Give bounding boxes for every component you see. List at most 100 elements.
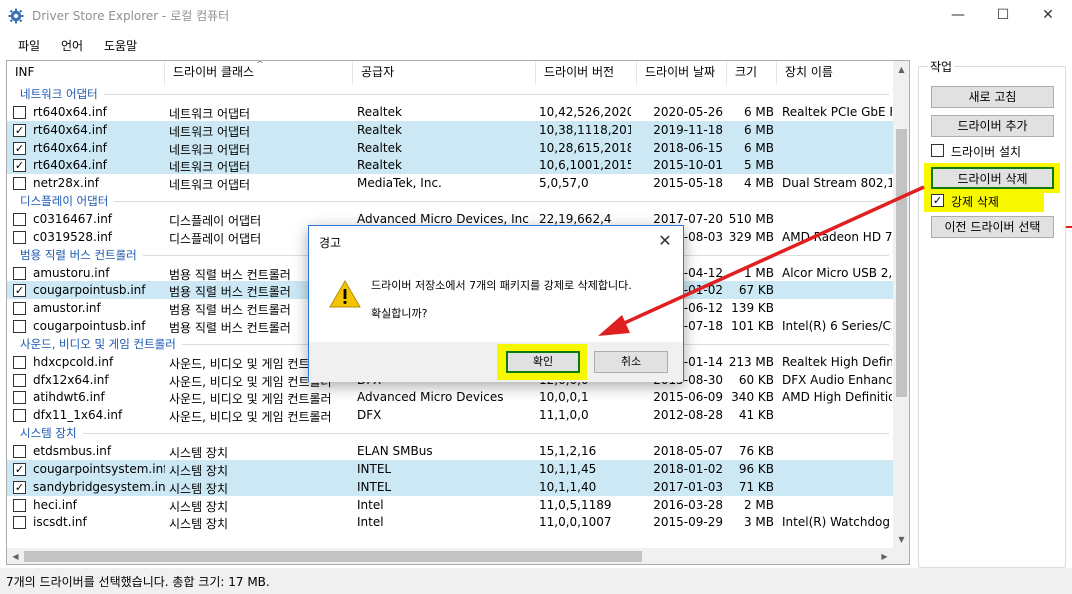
refresh-button[interactable]: 새로 고침 — [931, 86, 1054, 108]
force-delete-checkbox[interactable]: ✓ 강제 삭제 — [931, 192, 1061, 210]
cell-class: 네트워크 어댑터 — [169, 160, 251, 175]
table-row[interactable]: ✓ rt640x64.inf 네트워크 어댑터 Realtek 10,38,1118,2… — [7, 120, 893, 139]
add-driver-button[interactable]: 드라이버 추가 — [931, 115, 1054, 137]
minimize-button[interactable]: — — [935, 0, 981, 31]
cell-date: 2020-05-26 — [653, 104, 723, 119]
cell-size: 340 KB — [731, 390, 774, 405]
table-row[interactable]: netr28x.inf 네트워크 어댑터 MediaTek, Inc. 5,0,57,… — [7, 174, 893, 192]
table-row[interactable]: dfx11_1x64.inf 사운드, 비디오 및 게임 컨트롤러 DFX 11,1,… — [7, 406, 893, 424]
row-checkbox[interactable] — [13, 266, 26, 280]
row-checkbox[interactable] — [13, 230, 26, 244]
column-header[interactable]: 크기 — [727, 61, 777, 85]
row-checkbox[interactable] — [13, 177, 26, 191]
scroll-up-icon[interactable]: ▲ — [893, 61, 909, 78]
install-driver-checkbox[interactable]: 드라이버 설치 — [931, 142, 1061, 160]
table-row[interactable]: etdsmbus.inf 시스템 장치 ELAN SMBus 15,1,2,16 201… — [7, 442, 893, 460]
group-header[interactable]: 디스플레이 어댑터 — [7, 192, 893, 210]
warning-dialog: 경고 ✕ 드라이버 저장소에서 7개의 패키지를 강제로 삭제합니다. 확실합니… — [308, 225, 684, 382]
vertical-scroll-thumb[interactable] — [896, 129, 907, 397]
group-label: 범용 직렬 버스 컨트롤러 — [20, 247, 137, 262]
cell-device: AMD Radeon HD 70 — [782, 229, 892, 244]
cell-class: 네트워크 어댑터 — [169, 124, 251, 139]
table-row[interactable]: ✓ sandybridgesystem.inf 시스템 장치 INTEL 10,1,1,… — [7, 477, 893, 496]
install-driver-check[interactable] — [931, 144, 944, 157]
group-divider — [104, 94, 889, 95]
cell-inf: rt640x64.inf — [33, 140, 107, 155]
row-checkbox[interactable] — [13, 355, 26, 369]
column-header[interactable]: 장치 이름 — [777, 61, 897, 85]
cell-device — [782, 283, 892, 299]
cell-size: 76 KB — [738, 444, 774, 458]
group-header[interactable]: 시스템 장치 — [7, 424, 893, 442]
row-checkbox[interactable]: ✓ — [13, 159, 26, 173]
column-header[interactable]: 드라이버 날짜 — [637, 61, 727, 85]
scroll-right-icon[interactable]: ▶ — [876, 548, 893, 564]
cell-size: 3 MB — [743, 515, 774, 530]
cell-version: 15,1,2,16 — [539, 444, 597, 458]
row-checkbox[interactable] — [13, 373, 26, 387]
vertical-scrollbar[interactable]: ▲ ▼ — [893, 61, 909, 548]
menu-language[interactable]: 언어 — [61, 37, 83, 54]
cell-size: 96 KB — [738, 461, 774, 476]
cancel-button[interactable]: 취소 — [594, 351, 668, 373]
group-label: 네트워크 어댑터 — [20, 87, 98, 101]
close-button[interactable]: ✕ — [1025, 0, 1071, 31]
row-checkbox[interactable] — [13, 105, 26, 119]
row-checkbox[interactable] — [13, 445, 26, 458]
horizontal-scrollbar[interactable]: ◀ ▶ — [7, 548, 893, 564]
table-row[interactable]: iscsdt.inf 시스템 장치 Intel 11,0,0,1007 2015-09-… — [7, 513, 893, 531]
row-checkbox[interactable]: ✓ — [13, 141, 26, 155]
row-checkbox[interactable]: ✓ — [13, 462, 26, 476]
cell-version: 10,42,526,2020 — [539, 104, 631, 119]
status-text: 7개의 드라이버를 선택했습니다. 총합 크기: 17 MB. — [6, 575, 270, 589]
cell-provider: DFX — [357, 408, 382, 423]
gear-icon — [8, 8, 24, 24]
row-checkbox[interactable] — [13, 212, 26, 226]
row-checkbox[interactable] — [13, 498, 26, 512]
table-row[interactable]: ✓ rt640x64.inf 네트워크 어댑터 Realtek 10,28,615,20… — [7, 138, 893, 157]
row-checkbox[interactable]: ✓ — [13, 284, 26, 298]
cell-size: 6 MB — [743, 140, 774, 155]
cell-class: 시스템 장치 — [169, 499, 229, 514]
horizontal-scroll-thumb[interactable] — [24, 551, 642, 562]
scroll-corner — [893, 548, 909, 564]
cell-inf: cougarpointusb.inf — [33, 283, 146, 298]
row-checkbox[interactable] — [13, 391, 26, 405]
cell-class: 시스템 장치 — [169, 446, 229, 460]
table-row[interactable]: atihdwt6.inf 사운드, 비디오 및 게임 컨트롤러 Advanced M… — [7, 388, 893, 406]
row-checkbox[interactable]: ✓ — [13, 480, 26, 494]
column-header[interactable]: 공급자 — [353, 61, 536, 85]
cell-device: Intel(R) 6 Series/C2 — [782, 319, 892, 334]
maximize-button[interactable]: ☐ — [980, 0, 1026, 31]
menu-help[interactable]: 도움말 — [104, 37, 137, 54]
cell-version: 10,28,615,2018 — [539, 140, 631, 155]
cell-device: Realtek PCIe GbE F — [782, 104, 892, 119]
dialog-close-icon[interactable]: ✕ — [651, 229, 679, 253]
column-header[interactable]: INF — [7, 61, 165, 85]
status-bar: 7개의 드라이버를 선택했습니다. 총합 크기: 17 MB. — [0, 568, 1072, 594]
table-row[interactable]: heci.inf 시스템 장치 Intel 11,0,5,1189 2016-03-28… — [7, 496, 893, 514]
cell-date: 2017-01-03 — [653, 479, 723, 494]
select-old-drivers-button[interactable]: 이전 드라이버 선택 — [931, 216, 1054, 238]
row-checkbox[interactable]: ✓ — [13, 123, 26, 137]
group-header[interactable]: 네트워크 어댑터 — [7, 85, 893, 103]
cell-date: 2018-05-07 — [653, 444, 723, 458]
table-row[interactable]: ✓ cougarpointsystem.inf 시스템 장치 INTEL 10,1,1,… — [7, 459, 893, 478]
menu-file[interactable]: 파일 — [18, 37, 40, 54]
cell-inf: atihdwt6.inf — [33, 390, 105, 405]
cell-class: 사운드, 비디오 및 게임 컨트롤러 — [169, 392, 332, 407]
table-row[interactable]: rt640x64.inf 네트워크 어댑터 Realtek 10,42,526,202… — [7, 103, 893, 121]
delete-driver-button[interactable]: 드라이버 삭제 — [931, 167, 1054, 189]
cell-date: 2015-09-29 — [653, 515, 723, 530]
force-delete-check[interactable]: ✓ — [931, 194, 944, 207]
row-checkbox[interactable] — [13, 302, 26, 316]
table-row[interactable]: ✓ rt640x64.inf 네트워크 어댑터 Realtek 10,6,1001,20… — [7, 156, 893, 175]
row-checkbox[interactable] — [13, 409, 26, 423]
row-checkbox[interactable] — [13, 320, 26, 334]
scroll-down-icon[interactable]: ▼ — [893, 531, 909, 548]
ok-button[interactable]: 확인 — [506, 351, 580, 373]
row-checkbox[interactable] — [13, 516, 26, 530]
cell-date: 2018-06-15 — [653, 140, 723, 155]
column-header[interactable]: 드라이버 버전 — [536, 61, 637, 85]
scroll-left-icon[interactable]: ◀ — [7, 548, 24, 564]
